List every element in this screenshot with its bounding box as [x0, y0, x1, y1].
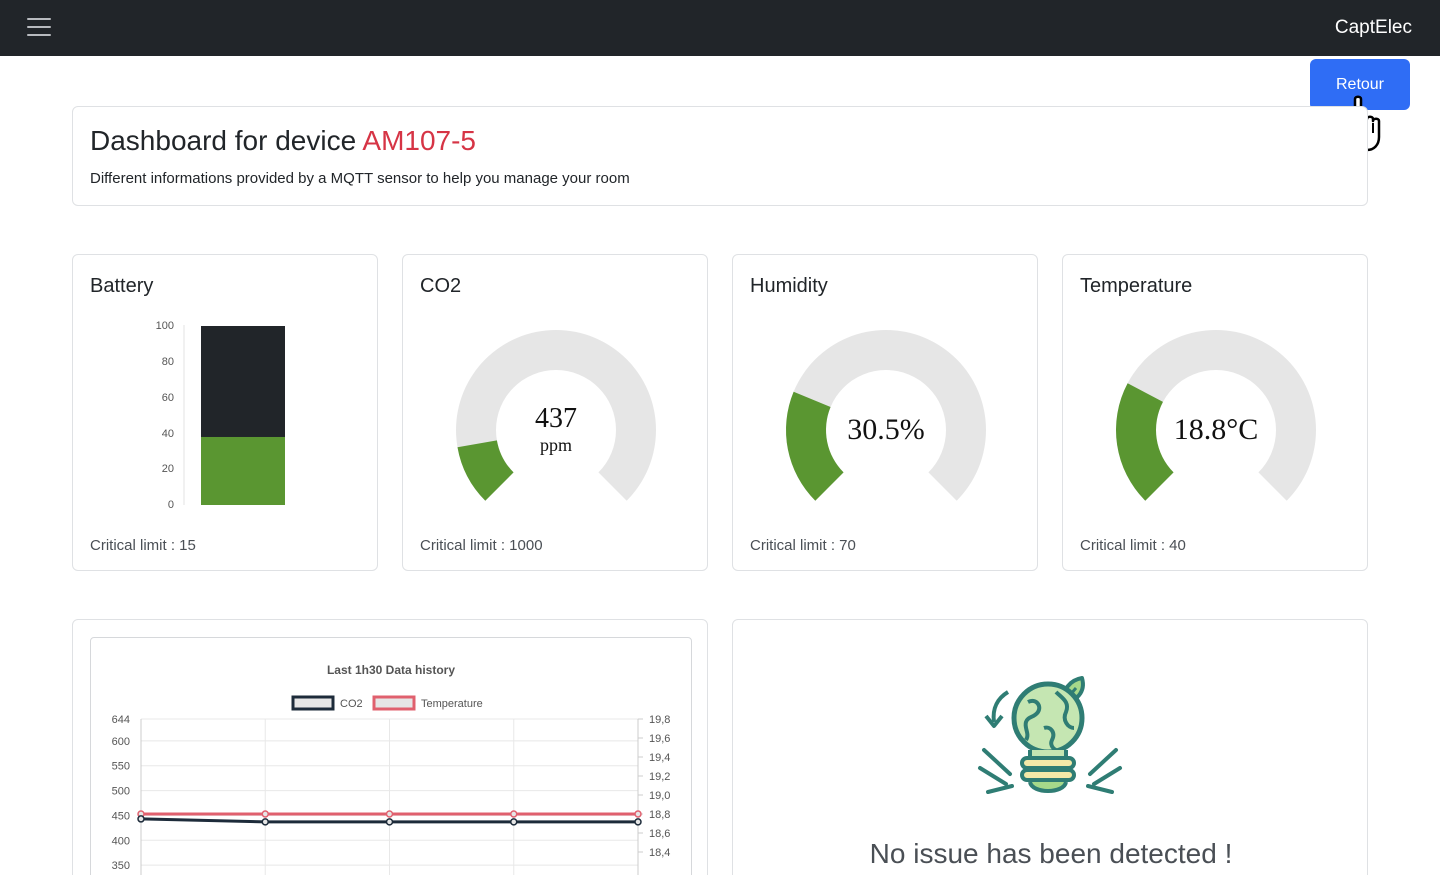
page-title: Dashboard for device AM107-5: [90, 125, 476, 157]
y-left-tick-label: 500: [112, 786, 130, 798]
co2-card: CO2 437 ppm Critical limit : 1000: [402, 254, 708, 571]
battery-tick-label: 40: [162, 428, 174, 440]
co2-value: 437: [535, 403, 577, 434]
legend-label-co2: CO2: [340, 698, 363, 710]
data-point-co2: [634, 818, 642, 826]
legend-swatch-temperature: [372, 695, 416, 711]
y-right-tick-label: 19,6: [649, 733, 670, 745]
chart-legend: CO2 Temperature: [291, 695, 483, 711]
y-right-tick-label: 18,6: [649, 828, 670, 840]
y-left-tick-label: 600: [112, 736, 130, 748]
battery-tick-label: 80: [162, 356, 174, 368]
battery-level-bar: [201, 436, 285, 505]
eco-lightbulb-icon: [978, 676, 1122, 794]
data-point-temperature: [385, 810, 394, 818]
hamburger-icon[interactable]: [18, 12, 60, 44]
legend-swatch-co2: [291, 695, 335, 711]
humidity-value: 30.5%: [847, 413, 925, 446]
battery-tick-label: 100: [156, 320, 174, 332]
co2-critical-limit: Critical limit : 1000: [420, 537, 543, 554]
page-title-prefix: Dashboard for device: [90, 125, 363, 156]
status-message: No issue has been detected !: [869, 838, 1233, 869]
data-point-temperature: [634, 810, 642, 818]
y-right-tick-label: 18,4: [649, 847, 670, 859]
battery-critical-limit: Critical limit : 15: [90, 537, 196, 554]
y-right-tick-label: 19,4: [649, 752, 670, 764]
battery-card: Battery 100 80 60 40 20 0 Critical limit…: [72, 254, 378, 571]
temperature-critical-limit: Critical limit : 40: [1080, 537, 1186, 554]
dashboard-header-card: Dashboard for device AM107-5 Different i…: [72, 106, 1368, 206]
y-right-tick-label: 18,8: [649, 809, 670, 821]
y-left-tick-label: 350: [112, 860, 130, 872]
top-navbar: CaptElec: [0, 0, 1440, 56]
humidity-card: Humidity 30.5% Critical limit : 70: [732, 254, 1038, 571]
data-point-co2: [137, 815, 145, 823]
battery-tick-label: 60: [162, 392, 174, 404]
battery-tick-label: 0: [168, 499, 174, 511]
temperature-card: Temperature 18.8°C Critical limit : 40: [1062, 254, 1368, 571]
data-point-temperature: [261, 810, 269, 818]
temperature-gauge: [1116, 330, 1316, 501]
y-left-tick-label: 400: [112, 835, 130, 847]
data-point-co2: [510, 818, 518, 826]
history-chart-card: Last 1h30 Data history CO2 Temperature 6…: [72, 619, 708, 875]
battery-bar-chart: 100 80 60 40 20 0: [156, 320, 285, 511]
brand-name[interactable]: CaptElec: [1335, 17, 1412, 39]
device-id: AM107-5: [362, 125, 477, 156]
humidity-critical-limit: Critical limit : 70: [750, 537, 856, 554]
history-line-chart: Last 1h30 Data history CO2 Temperature 6…: [112, 663, 670, 875]
y-left-tick-label: 550: [112, 761, 130, 773]
humidity-gauge: [786, 330, 986, 501]
page-subtitle: Different informations provided by a MQT…: [90, 170, 630, 187]
status-card: No issue has been detected !: [732, 619, 1368, 875]
legend-label-temperature: Temperature: [421, 698, 483, 710]
y-right-tick-label: 19,0: [649, 790, 670, 802]
y-right-tick-label: 19,2: [649, 771, 670, 783]
data-point-temperature: [510, 810, 518, 818]
data-point-co2: [261, 818, 269, 826]
y-left-tick-label: 450: [112, 810, 130, 822]
co2-unit: ppm: [539, 435, 572, 455]
battery-tick-label: 20: [162, 463, 174, 475]
chart-title: Last 1h30 Data history: [327, 663, 455, 677]
y-right-tick-label: 19,8: [649, 714, 670, 726]
temperature-value: 18.8°C: [1173, 413, 1259, 446]
y-left-tick-label: 644: [112, 714, 130, 726]
data-point-co2: [385, 818, 394, 826]
